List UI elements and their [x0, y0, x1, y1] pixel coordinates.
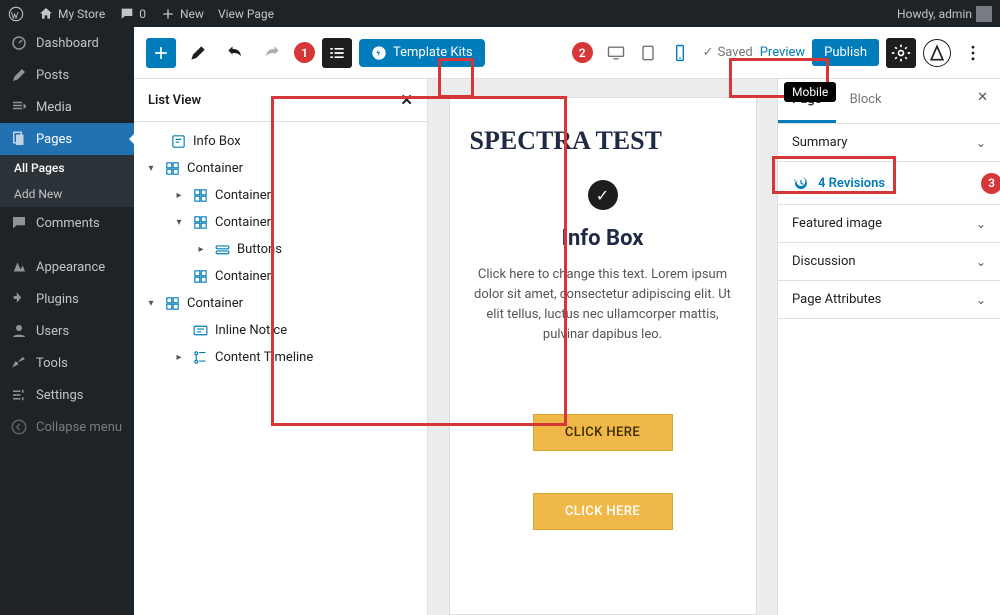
submenu-add-new[interactable]: Add New	[0, 181, 134, 207]
publish-button[interactable]: Publish	[812, 39, 879, 66]
settings-icon[interactable]	[886, 38, 916, 68]
badge-3: 3	[981, 173, 1000, 194]
panel-discussion[interactable]: Discussion⌄	[778, 243, 1000, 281]
menu-plugins[interactable]: Plugins	[0, 283, 134, 315]
tab-block[interactable]: Block	[836, 79, 896, 123]
menu-media[interactable]: Media	[0, 91, 134, 123]
menu-settings[interactable]: Settings	[0, 379, 134, 411]
menu-tools[interactable]: Tools	[0, 347, 134, 379]
revisions-link[interactable]: 4 Revisions 3	[778, 162, 1000, 205]
container-icon	[192, 214, 209, 231]
tree-inline-notice[interactable]: Inline Notice	[134, 317, 427, 344]
add-block-button[interactable]	[146, 38, 176, 68]
menu-users[interactable]: Users	[0, 315, 134, 347]
admin-menu: Dashboard Posts Media Pages All Pages Ad…	[0, 27, 134, 615]
timeline-icon	[192, 349, 209, 366]
tree-container-2[interactable]: ▾Container	[134, 290, 427, 317]
menu-appearance[interactable]: Appearance	[0, 251, 134, 283]
comments-link[interactable]: 0	[119, 6, 146, 22]
wp-logo-icon[interactable]	[8, 6, 24, 22]
howdy-link[interactable]: Howdy, admin	[897, 6, 992, 22]
container-icon	[164, 295, 181, 312]
device-switcher	[600, 36, 696, 70]
saved-indicator: Saved	[703, 45, 753, 60]
menu-posts[interactable]: Posts	[0, 59, 134, 91]
device-tablet-button[interactable]	[634, 38, 662, 68]
panel-summary[interactable]: Summary⌄	[778, 124, 1000, 162]
menu-collapse[interactable]: Collapse menu	[0, 411, 134, 443]
view-page-link[interactable]: View Page	[218, 7, 274, 21]
infobox-icon	[170, 133, 187, 150]
infobox-title[interactable]: Info Box	[470, 226, 736, 251]
history-icon	[792, 174, 810, 192]
container-icon	[164, 160, 181, 177]
close-sidebar-icon[interactable]: ✕	[965, 79, 1000, 123]
avatar-icon	[976, 6, 992, 22]
new-link[interactable]: New	[160, 6, 204, 22]
cta-button-2[interactable]: CLICK HERE	[533, 493, 673, 530]
wp-admin-bar: My Store 0 New View Page Howdy, admin	[0, 0, 1000, 27]
tree-container-1a[interactable]: ▸Container	[134, 182, 427, 209]
buttons-icon	[214, 241, 231, 258]
more-options-icon[interactable]	[958, 38, 988, 68]
menu-dashboard[interactable]: Dashboard	[0, 27, 134, 59]
badge-2: 2	[572, 42, 593, 63]
template-kits-button[interactable]: Template Kits	[359, 39, 485, 67]
cta-button-1[interactable]: CLICK HERE	[533, 414, 673, 451]
submenu-all-pages[interactable]: All Pages	[0, 155, 134, 181]
menu-comments[interactable]: Comments	[0, 207, 134, 239]
chevron-down-icon: ⌄	[976, 255, 986, 269]
preview-link[interactable]: Preview	[760, 45, 805, 60]
tree-buttons[interactable]: ▸Buttons	[134, 236, 427, 263]
page-title[interactable]: SPECTRA TEST	[470, 126, 736, 156]
tree-container-1[interactable]: ▾Container	[134, 155, 427, 182]
comments-count: 0	[139, 7, 146, 21]
tree-content-timeline[interactable]: ▸Content Timeline	[134, 344, 427, 371]
check-icon: ✓	[588, 180, 618, 210]
editor-toolbar: 1 Template Kits 2 Saved Preview Publish	[134, 27, 1000, 79]
device-mobile-button[interactable]	[666, 38, 694, 68]
container-icon	[192, 268, 209, 285]
edit-button[interactable]	[183, 38, 213, 68]
close-icon[interactable]: ✕	[400, 91, 413, 109]
undo-button[interactable]	[220, 38, 250, 68]
badge-1: 1	[294, 42, 315, 63]
menu-pages-submenu: All Pages Add New	[0, 155, 134, 207]
list-view-panel: List View ✕ Info Box ▾Container ▸Contain…	[134, 79, 428, 615]
editor-canvas[interactable]: SPECTRA TEST ✓ Info Box Click here to ch…	[449, 97, 757, 615]
inline-notice-icon	[192, 322, 209, 339]
infobox-text[interactable]: Click here to change this text. Lorem ip…	[470, 265, 736, 346]
redo-button[interactable]	[257, 38, 287, 68]
settings-sidebar: Page Block ✕ Summary⌄ 4 Revisions 3 Feat…	[777, 79, 1000, 615]
menu-pages[interactable]: Pages	[0, 123, 134, 155]
device-desktop-button[interactable]	[602, 38, 630, 68]
chevron-down-icon: ⌄	[976, 293, 986, 307]
listview-toggle-button[interactable]	[322, 38, 352, 68]
panel-featured-image[interactable]: Featured image⌄	[778, 205, 1000, 243]
site-link[interactable]: My Store	[38, 6, 105, 22]
editor: 1 Template Kits 2 Saved Preview Publish …	[134, 27, 1000, 615]
chevron-down-icon: ⌄	[976, 136, 986, 150]
tree-container-1b[interactable]: ▾Container	[134, 209, 427, 236]
tree-container-1c[interactable]: Container	[134, 263, 427, 290]
new-label: New	[180, 7, 204, 21]
site-name: My Store	[58, 7, 105, 21]
tree-infobox[interactable]: Info Box	[134, 128, 427, 155]
list-view-title: List View	[148, 93, 201, 108]
chevron-down-icon: ⌄	[976, 217, 986, 231]
editor-canvas-wrap: SPECTRA TEST ✓ Info Box Click here to ch…	[428, 79, 777, 615]
mobile-tooltip: Mobile	[784, 82, 836, 102]
panel-page-attributes[interactable]: Page Attributes⌄	[778, 281, 1000, 319]
astra-icon[interactable]	[923, 39, 951, 67]
container-icon	[192, 187, 209, 204]
